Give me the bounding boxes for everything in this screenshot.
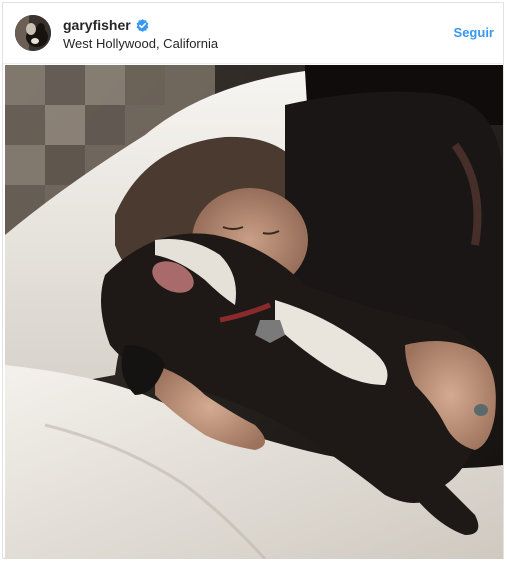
location-link[interactable]: West Hollywood, California	[63, 36, 218, 52]
verified-badge-icon	[136, 18, 149, 32]
user-line: garyfisher	[63, 16, 149, 34]
post-photo[interactable]	[5, 65, 503, 559]
post-header: garyfisher West Hollywood, California Se…	[3, 3, 503, 64]
username-link[interactable]: garyfisher	[63, 16, 131, 34]
post-photo-illustration	[5, 65, 503, 559]
avatar-image	[15, 15, 51, 51]
avatar[interactable]	[15, 15, 51, 51]
post-card: garyfisher West Hollywood, California Se…	[2, 2, 504, 559]
follow-button[interactable]: Seguir	[454, 24, 494, 42]
